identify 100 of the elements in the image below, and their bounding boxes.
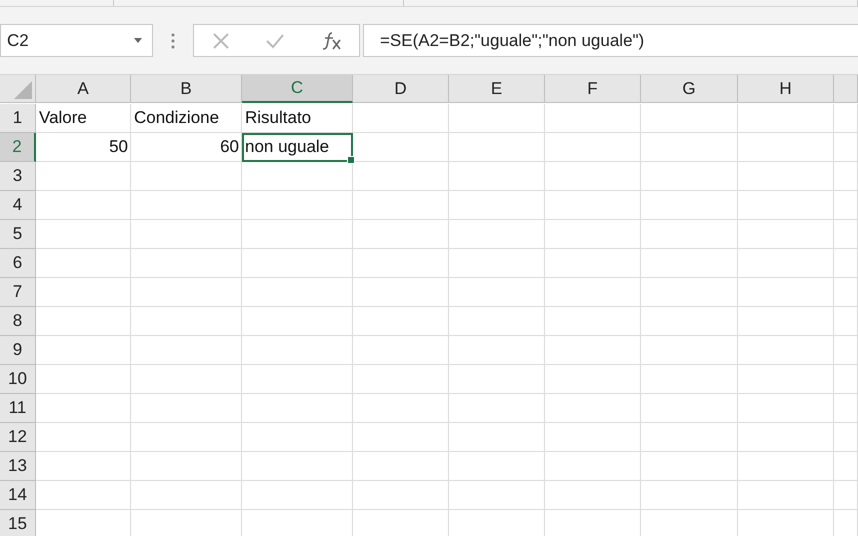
- table-cell[interactable]: [353, 249, 449, 278]
- table-cell[interactable]: [834, 481, 858, 510]
- checkmark-icon[interactable]: [264, 32, 284, 48]
- table-cell[interactable]: [545, 191, 641, 220]
- table-cell[interactable]: [131, 365, 242, 394]
- column-header[interactable]: B: [131, 75, 242, 103]
- row-header[interactable]: 3: [0, 162, 36, 191]
- row-header[interactable]: 12: [0, 423, 36, 452]
- table-cell[interactable]: [353, 220, 449, 249]
- table-cell[interactable]: [449, 452, 545, 481]
- table-cell[interactable]: [545, 104, 641, 133]
- table-cell[interactable]: [353, 423, 449, 452]
- table-cell[interactable]: [353, 452, 449, 481]
- table-cell[interactable]: [641, 394, 738, 423]
- table-cell[interactable]: [641, 220, 738, 249]
- table-cell[interactable]: [738, 481, 834, 510]
- table-cell[interactable]: [738, 278, 834, 307]
- table-cell[interactable]: [36, 278, 131, 307]
- table-cell[interactable]: [242, 452, 353, 481]
- table-cell[interactable]: [738, 249, 834, 278]
- table-cell[interactable]: [131, 423, 242, 452]
- table-cell[interactable]: [738, 307, 834, 336]
- table-cell[interactable]: [242, 249, 353, 278]
- table-cell[interactable]: [834, 452, 858, 481]
- table-cell[interactable]: [36, 191, 131, 220]
- table-cell[interactable]: [36, 365, 131, 394]
- table-cell[interactable]: [36, 423, 131, 452]
- table-cell[interactable]: [449, 365, 545, 394]
- table-cell[interactable]: [449, 423, 545, 452]
- row-header[interactable]: 4: [0, 191, 36, 220]
- table-cell[interactable]: [449, 307, 545, 336]
- table-cell[interactable]: 50: [36, 133, 131, 162]
- table-cell[interactable]: [131, 162, 242, 191]
- table-cell[interactable]: [738, 336, 834, 365]
- column-header[interactable]: D: [353, 75, 449, 103]
- table-cell[interactable]: [242, 191, 353, 220]
- formula-field[interactable]: =SE(A2=B2;"uguale";"non uguale"): [363, 24, 858, 57]
- row-header[interactable]: 15: [0, 510, 36, 536]
- table-cell[interactable]: [545, 423, 641, 452]
- table-cell[interactable]: Condizione: [131, 104, 242, 133]
- table-cell[interactable]: Risultato: [242, 104, 353, 133]
- row-header[interactable]: 14: [0, 481, 36, 510]
- table-cell[interactable]: [834, 423, 858, 452]
- table-cell[interactable]: [834, 191, 858, 220]
- table-cell[interactable]: [449, 249, 545, 278]
- column-header[interactable]: G: [641, 75, 738, 103]
- table-cell[interactable]: [545, 162, 641, 191]
- table-cell[interactable]: [449, 481, 545, 510]
- table-cell[interactable]: [545, 249, 641, 278]
- table-cell[interactable]: [242, 307, 353, 336]
- table-cell[interactable]: [545, 307, 641, 336]
- table-cell[interactable]: [242, 336, 353, 365]
- table-cell[interactable]: [449, 220, 545, 249]
- table-cell[interactable]: [641, 162, 738, 191]
- table-cell[interactable]: [36, 394, 131, 423]
- table-cell[interactable]: [449, 104, 545, 133]
- table-cell[interactable]: [36, 336, 131, 365]
- table-cell[interactable]: [131, 191, 242, 220]
- table-cell[interactable]: non uguale: [242, 133, 353, 162]
- table-cell[interactable]: [353, 394, 449, 423]
- table-cell[interactable]: [641, 249, 738, 278]
- table-cell[interactable]: [738, 191, 834, 220]
- table-cell[interactable]: [242, 481, 353, 510]
- table-cell[interactable]: [545, 133, 641, 162]
- table-cell[interactable]: [545, 394, 641, 423]
- table-cell[interactable]: [449, 394, 545, 423]
- table-cell[interactable]: [738, 162, 834, 191]
- column-header[interactable]: [834, 75, 858, 103]
- table-cell[interactable]: [738, 365, 834, 394]
- table-cell[interactable]: [353, 278, 449, 307]
- table-cell[interactable]: [641, 452, 738, 481]
- table-cell[interactable]: [641, 336, 738, 365]
- table-cell[interactable]: [641, 191, 738, 220]
- table-cell[interactable]: [131, 452, 242, 481]
- table-cell[interactable]: [834, 394, 858, 423]
- column-header[interactable]: A: [36, 75, 131, 103]
- table-cell[interactable]: [449, 278, 545, 307]
- row-header[interactable]: 9: [0, 336, 36, 365]
- table-cell[interactable]: [834, 133, 858, 162]
- table-cell[interactable]: [738, 133, 834, 162]
- table-cell[interactable]: [738, 220, 834, 249]
- table-cell[interactable]: [131, 220, 242, 249]
- table-cell[interactable]: [738, 423, 834, 452]
- table-cell[interactable]: [834, 365, 858, 394]
- table-cell[interactable]: [131, 394, 242, 423]
- table-cell[interactable]: [353, 481, 449, 510]
- table-cell[interactable]: [738, 452, 834, 481]
- table-cell[interactable]: [131, 481, 242, 510]
- row-header[interactable]: 8: [0, 307, 36, 336]
- column-header[interactable]: H: [738, 75, 834, 103]
- table-cell[interactable]: [834, 278, 858, 307]
- row-header[interactable]: 1: [0, 104, 36, 133]
- select-all-corner[interactable]: [0, 75, 36, 103]
- row-header[interactable]: 5: [0, 220, 36, 249]
- table-cell[interactable]: [242, 278, 353, 307]
- table-cell[interactable]: [641, 481, 738, 510]
- table-cell[interactable]: [738, 104, 834, 133]
- row-header[interactable]: 10: [0, 365, 36, 394]
- table-cell[interactable]: [641, 133, 738, 162]
- table-cell[interactable]: [449, 162, 545, 191]
